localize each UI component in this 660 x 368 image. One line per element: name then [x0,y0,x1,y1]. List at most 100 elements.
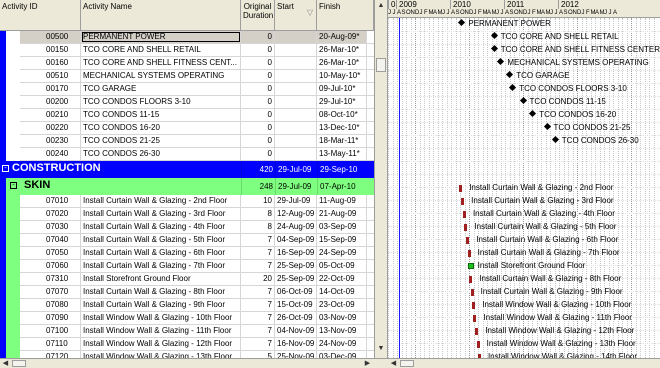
activity-id-cell: 07040 [20,234,81,246]
scroll-left-icon[interactable]: ◀ [1,359,10,368]
activity-row[interactable]: 00500 PERMANENT POWER 0 20-Aug-09* [0,31,374,44]
activity-row[interactable]: 07100 Install Window Wall & Glazing - 11t… [0,325,374,338]
col-header-original-duration[interactable]: Original Duration [241,0,275,31]
scroll-left-icon[interactable]: ◀ [389,359,398,368]
milestone[interactable]: TCO CONDOS FLOORS 3-10 [509,83,627,95]
activity-bar[interactable] [475,328,479,335]
duration-cell: 0 [241,122,275,134]
col-header-finish[interactable]: Finish [317,0,374,31]
wbs-indent-bar [6,351,20,358]
activity-row[interactable]: 07090 Install Window Wall & Glazing - 10t… [0,312,374,325]
duration-cell: 7 [241,247,275,259]
activity-bar[interactable] [461,198,465,205]
activity-row[interactable]: 00210 TCO CONDOS 11-15 0 08-Oct-10* [0,109,374,122]
wbs-construction-band[interactable]: - CONSTRUCTION 420 29-Jul-09 29-Sep-10 [0,161,374,178]
activity-bar[interactable] [466,237,470,244]
col-header-activity-id[interactable]: Activity ID [0,0,81,31]
activity-bar[interactable] [473,315,477,322]
finish-cell: 13-Nov-09 [317,325,367,337]
col-header-start[interactable]: Start ▽ [275,0,317,31]
collapse-icon[interactable]: - [10,182,17,189]
table-scroll-thumb[interactable] [12,360,26,367]
activity-name-cell: TCO CONDOS FLOORS 3-10 [81,96,241,108]
milestone[interactable]: MECHANICAL SYSTEMS OPERATING [497,57,649,69]
milestone[interactable]: TCO GARAGE [506,70,570,82]
milestone-label: TCO CONDOS 26-30 [561,136,639,145]
start-cell: 24-Aug-09 [275,221,317,233]
milestone[interactable]: TCO CONDOS 11-15 [519,96,606,108]
wbs-indent-bar [0,178,6,195]
duration-cell: 8 [241,221,275,233]
scroll-right-icon[interactable]: ▶ [363,359,372,368]
month-label: S [563,10,568,16]
gantt-scroll-thumb[interactable] [400,360,414,367]
activity-row[interactable]: 07030 Install Curtain Wall & Glazing - 4t… [0,221,374,234]
month-label: S [455,10,460,16]
gantt-horizontal-scrollbar[interactable]: ◀ [388,358,660,368]
activity-row[interactable]: 07110 Install Window Wall & Glazing - 12t… [0,338,374,351]
table-horizontal-scrollbar[interactable]: ◀ ▶ [0,358,374,368]
scroll-down-icon[interactable]: ▼ [377,345,385,353]
activity-row[interactable]: 00220 TCO CONDOS 16-20 0 13-Dec-10* [0,122,374,135]
wbs-indent-bar [6,57,20,70]
activity-id-cell: 07060 [20,260,81,272]
milestone[interactable]: TCO CONDOS 26-30 [551,135,639,147]
activity-row[interactable]: 07120 Install Window Wall & Glazing - 13t… [0,351,374,358]
activity-name-cell: Install Curtain Wall & Glazing - 2nd Flo… [81,195,241,207]
activity-row[interactable]: 07080 Install Curtain Wall & Glazing - 9t… [0,299,374,312]
milestone[interactable]: TCO CORE AND SHELL FITNESS CENTER [490,44,660,56]
bar-label: Install Window Wall & Glazing - 12th Flo… [485,326,635,335]
milestone[interactable]: TCO CONDOS 16-20 [529,109,616,121]
activity-bar[interactable] [459,185,463,192]
activity-bar[interactable] [467,263,474,269]
activity-bar[interactable] [476,341,480,348]
finish-cell: 24-Sep-09 [317,247,367,259]
activity-row[interactable]: 07070 Install Curtain Wall & Glazing - 8t… [0,286,374,299]
collapse-icon[interactable]: - [2,165,9,172]
activity-bar[interactable] [464,224,468,231]
activity-row[interactable]: 07060 Install Curtain Wall & Glazing - 7t… [0,260,374,273]
activity-row[interactable]: 07020 Install Curtain Wall & Glazing - 3r… [0,208,374,221]
diamond-icon [490,31,498,40]
bar-label: Install Curtain Wall & Glazing - 7th Flo… [477,248,620,257]
start-cell [275,135,317,147]
wbs-indent-bar [6,338,20,351]
activity-row[interactable]: 00170 TCO GARAGE 0 09-Jul-10* [0,83,374,96]
milestone[interactable]: PERMANENT POWER [458,18,551,30]
activity-row[interactable]: 00510 MECHANICAL SYSTEMS OPERATING 0 10-May… [0,70,374,83]
activity-bar[interactable] [470,289,474,296]
wbs-skin-band[interactable]: - SKIN 248 29-Jul-09 07-Apr-10 [0,178,374,195]
activity-row[interactable]: 07050 Install Curtain Wall & Glazing - 6t… [0,247,374,260]
finish-cell: 13-Dec-10* [317,122,367,134]
activity-name-cell: Install Curtain Wall & Glazing - 5th Flo… [81,234,241,246]
bar-label: Install Curtain Wall & Glazing - 4th Flo… [472,209,615,218]
month-label: J [392,10,396,16]
scroll-up-icon[interactable]: ▲ [377,2,385,10]
col-header-activity-name[interactable]: Activity Name [81,0,241,31]
activity-bar[interactable] [467,250,471,257]
activity-id-cell: 07010 [20,195,81,207]
milestone[interactable]: TCO CORE AND SHELL RETAIL [490,31,619,43]
wbs-name: CONSTRUCTION [12,162,101,174]
vertical-scroll-thumb[interactable] [376,58,386,72]
finish-cell: 03-Sep-09 [317,221,367,233]
milestone[interactable]: TCO CONDOS 21-25 [543,122,630,134]
activity-row[interactable]: 07010 Install Curtain Wall & Glazing - 2n… [0,195,374,208]
activity-row[interactable]: 00240 TCO CONDOS 26-30 0 13-May-11* [0,148,374,161]
activity-name-cell: TCO CORE AND SHELL RETAIL [81,44,241,56]
activity-bar[interactable] [462,211,466,218]
col-header-finish-label: Finish [319,2,341,11]
activity-bar[interactable] [469,276,473,283]
activity-bar[interactable] [472,302,476,309]
activity-row[interactable]: 00200 TCO CONDOS FLOORS 3-10 0 29-Jul-10* [0,96,374,109]
activity-row[interactable]: 00230 TCO CONDOS 21-25 0 18-Mar-11* [0,135,374,148]
finish-cell: 18-Mar-11* [317,135,367,147]
activity-id-cell: 00150 [20,44,81,56]
activity-row[interactable]: 00160 TCO CORE AND SHELL FITNESS CENT... 0… [0,57,374,70]
filter-icon[interactable]: ▽ [307,8,313,17]
activity-row[interactable]: 00150 TCO CORE AND SHELL RETAIL 0 26-Mar-10… [0,44,374,57]
start-cell: 15-Oct-09 [275,299,317,311]
activity-row[interactable]: 07040 Install Curtain Wall & Glazing - 5t… [0,234,374,247]
pane-splitter[interactable]: ▲ ▼ [374,0,388,358]
activity-row[interactable]: 07310 Install Storefront Ground Floor 20 25… [0,273,374,286]
